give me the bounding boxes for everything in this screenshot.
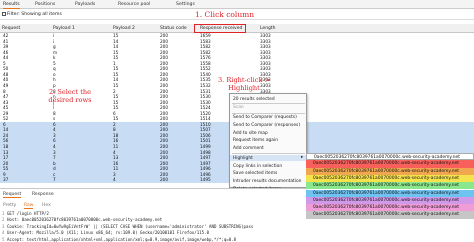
highlight-color-option[interactable]: 0aec0052036270fc8039761a0070000c.web-sec… [306,196,474,205]
submenu-arrow-icon: ▸ [301,155,304,160]
menu-item-20-results-selected[interactable]: 20 results selected [233,97,275,102]
menu-item-send-to-comparer-requests[interactable]: Send to Comparer (requests) [233,115,297,120]
table-cell-p2: 4 [113,177,116,183]
context-menu: 20 results selected Scan Send to Comparer … [229,93,307,192]
menu-item-save-selected-items[interactable]: Save selected items [233,171,277,176]
column-highlight-box [194,24,246,33]
tab-positions[interactable]: Positions [35,0,55,9]
menu-item-send-to-comparer-responses[interactable]: Send to Comparer (responses) [233,123,300,128]
column-payload-1[interactable]: Payload 1 [53,25,75,32]
menu-separator [232,103,305,104]
results-tab-bar: Results Positions Payloads Resource pool… [0,0,474,9]
annotation-select-rows: 2. Select the desired rows [48,88,92,104]
filter-icon [2,12,6,16]
table-cell-p1: 7 [53,177,56,183]
highlight-color-option[interactable]: 0aec0052036270fc8039761a0070000c.web-sec… [306,182,474,190]
highlight-color-option[interactable]: 0aec0052036270fc8039761a0070000c.web-sec… [306,204,474,212]
highlight-submenu: 0aec0052036270fc8039761a0070000c.web-sec… [306,153,474,242]
menu-item-intruder-results-documentation[interactable]: Intruder results documentation [233,179,301,184]
highlight-color-option[interactable]: 0aec0052036270fc8039761a0070000c.web-sec… [306,160,474,168]
request-line: 2 Host: 0aec0052036270fc8039761a0070000c… [2,217,163,223]
menu-item-request-items-again[interactable]: Request items again [233,138,278,143]
tab-results[interactable]: Results [3,0,20,9]
request-line: 1 GET /login HTTP/2 [2,211,49,216]
tab-pretty[interactable]: Pretty [3,203,16,208]
column-status-code[interactable]: Status code [160,25,187,32]
request-line: 3 Cookie: TrackingId=0wYw9gEiVntFrW' || … [2,223,254,229]
tab-settings[interactable]: Settings [176,0,195,9]
column-length[interactable]: Length [260,25,276,32]
tab-request[interactable]: Request [3,192,22,198]
menu-separator [232,153,305,154]
table-cell-req: 37 [3,177,9,183]
highlight-color-option[interactable]: 0aec0052036270fc8039761a0070000c.web-sec… [306,174,474,183]
menu-item-add-to-site-map[interactable]: Add to site map [233,131,268,136]
menu-item-copy-links-in-selection[interactable]: Copy links in selection [233,164,282,169]
tab-hex[interactable]: Hex [42,203,51,208]
column-request[interactable]: Request [2,25,20,32]
menu-item-add-comment[interactable]: Add comment [233,146,264,151]
column-payload-2[interactable]: Payload 2 [113,25,135,32]
tab-payloads[interactable]: Payloads [75,0,95,9]
highlight-color-option[interactable]: 0aec0052036270fc8039761a0070000c.web-sec… [306,211,474,219]
highlight-color-option[interactable]: 0aec0052036270fc8039761a0070000c.web-sec… [306,153,474,161]
menu-separator [232,113,305,114]
tab-resource-pool[interactable]: Resource pool [118,0,150,9]
menu-item-highlight[interactable]: Highlight [233,156,253,161]
annotation-right-click: 3. Right-click > Highlight [217,76,271,92]
request-line: 4 User-Agent: Mozilla/5.0 (X11; Linux x8… [2,230,210,236]
highlight-color-option[interactable]: 0aec0052036270fc8039761a0070000c.web-sec… [306,167,474,175]
tab-response[interactable]: Response [32,192,54,197]
request-panel: Request Response Pretty Raw Hex 1 GET /l… [0,188,306,242]
annotation-click-column: 1. Click column [195,10,255,19]
table-cell-status: 200 [160,177,168,183]
filter-text: Filter: Showing all items [7,12,62,17]
menu-item-scan[interactable]: Scan [233,105,244,110]
highlight-color-option[interactable]: 0aec0052036270fc8039761a0070000c.web-sec… [306,189,474,197]
tab-raw[interactable]: Raw [24,203,34,209]
request-line: 5 Accept: text/html,application/xhtml+xm… [2,236,237,242]
table-cell-resp: 1495 [200,177,211,183]
